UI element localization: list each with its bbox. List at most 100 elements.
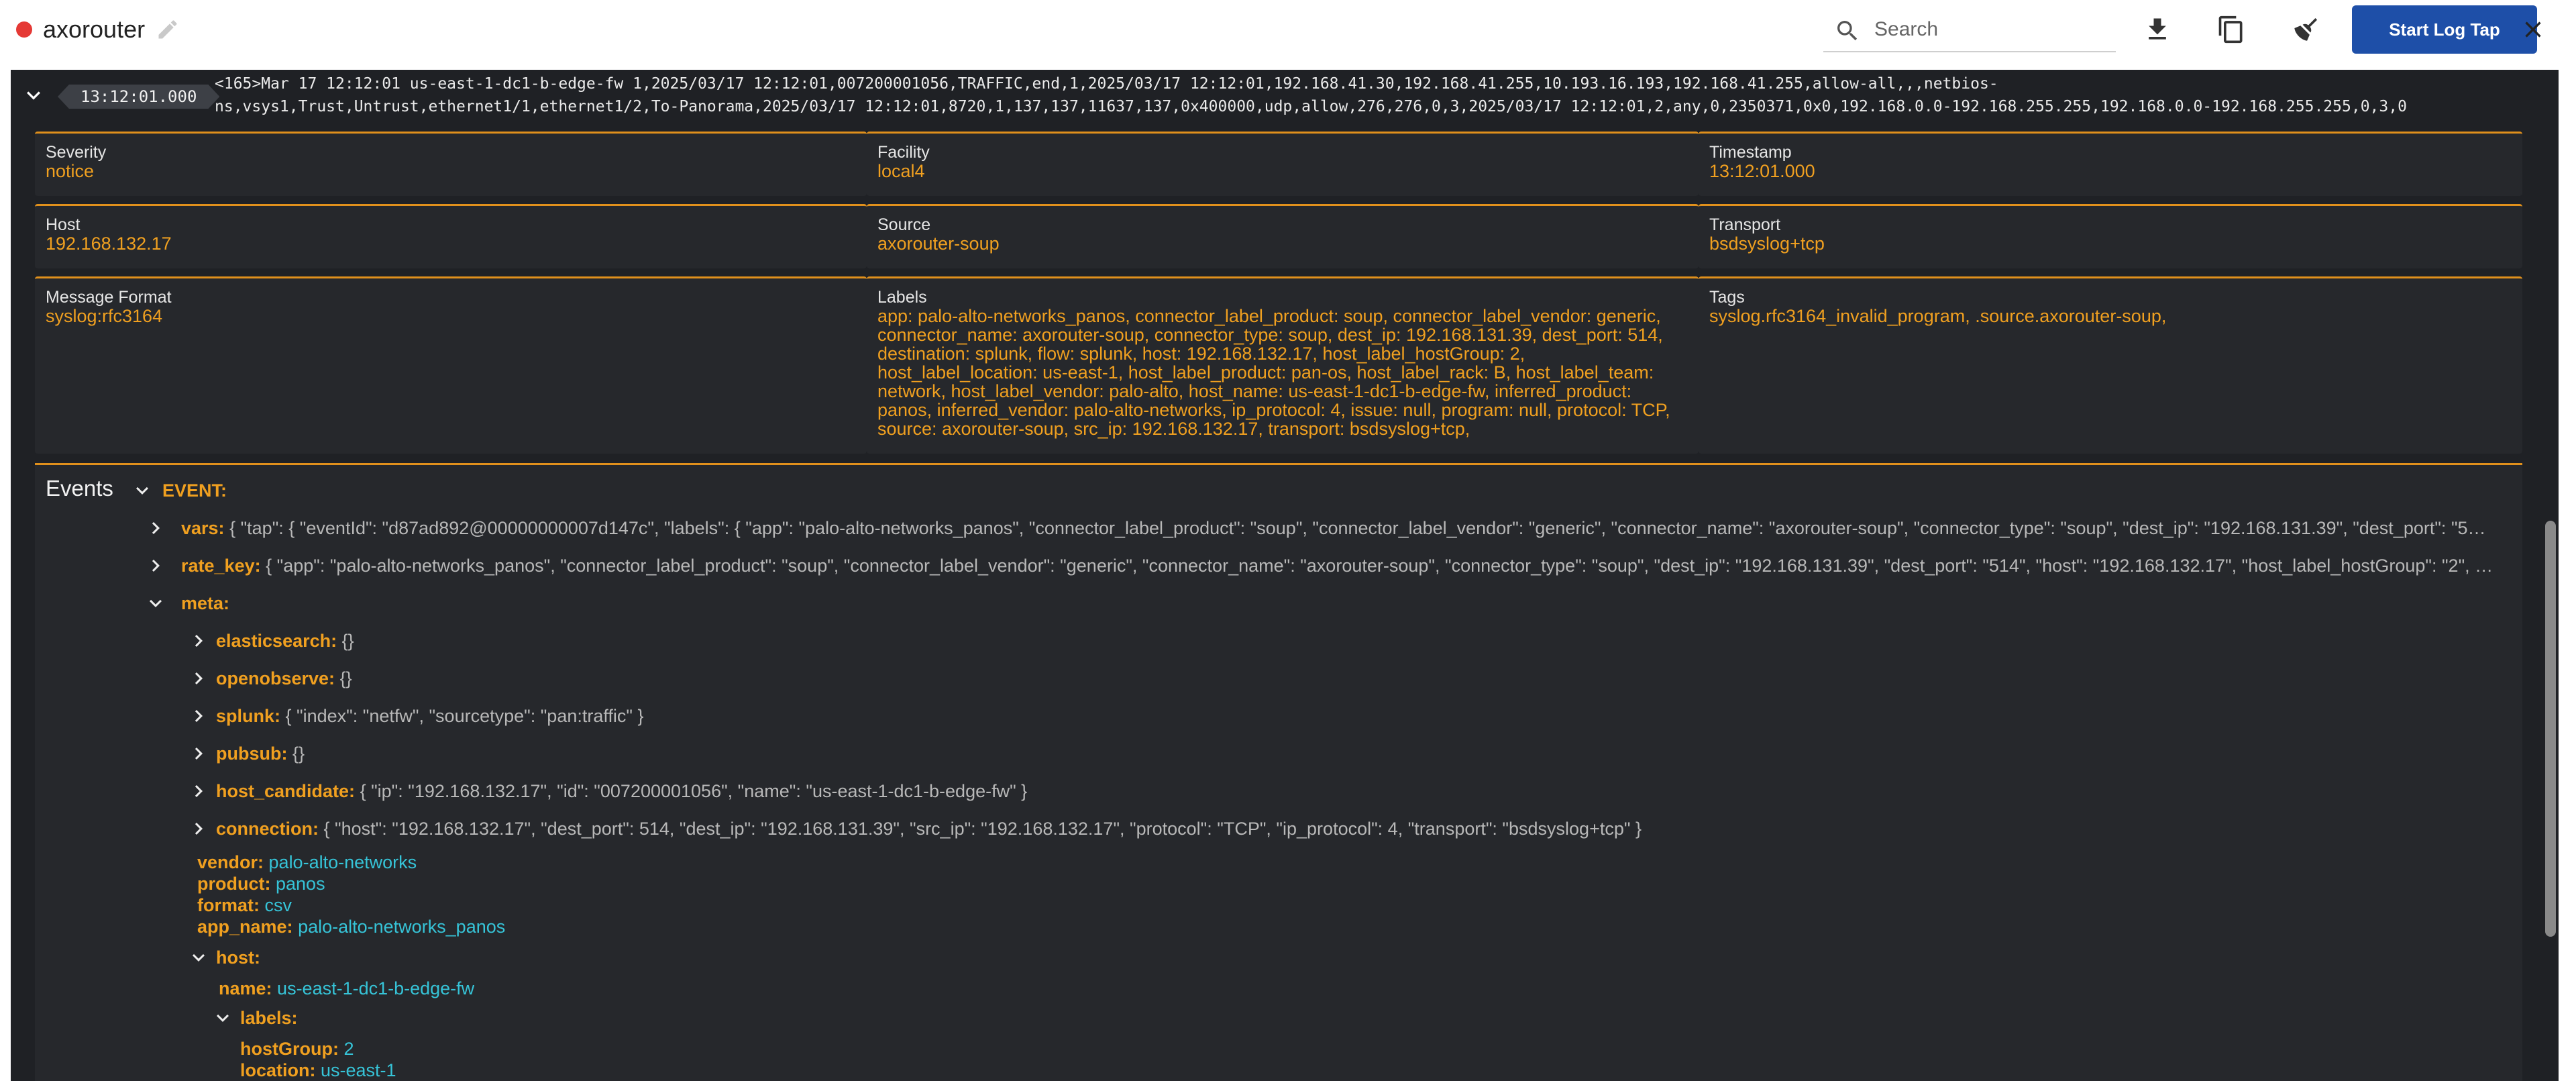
format-value: csv [264,895,292,915]
message-format-label: Message Format [46,288,172,307]
host-candidate-value: { "ip": "192.168.132.17", "id": "0072000… [360,781,1028,801]
rate-key-node[interactable]: rate_key: { "app": "palo-alto-networks_p… [181,552,2509,579]
labels-card: Labels app: palo-alto-networks_panos, co… [867,276,1699,454]
pubsub-node[interactable]: pubsub: {} [216,740,305,767]
search-box[interactable] [1823,8,2116,52]
chevron-right-icon[interactable] [186,779,211,803]
copy-icon[interactable] [2216,15,2246,44]
timestamp-label: Timestamp [1709,143,1792,162]
location-node: location: us-east-1 [240,1057,396,1081]
severity-value: notice [46,161,95,181]
raw-log-line-1: <165>Mar 17 12:12:01 us-east-1-dc1-b-edg… [215,75,1998,93]
chevron-down-icon[interactable] [130,478,154,503]
host-key: host: [216,947,260,968]
meta-node[interactable]: meta: [181,590,229,617]
vars-node[interactable]: vars: { "tap": { "eventId": "d87ad892@00… [181,515,2509,542]
timestamp-card: Timestamp 13:12:01.000 [1699,132,2522,196]
app-name-value: palo-alto-networks_panos [298,917,506,937]
host-card: Host 192.168.132.17 [35,204,867,268]
rate-key-value: { "app": "palo-alto-networks_panos", "co… [266,556,2493,576]
connection-value: { "host": "192.168.132.17", "dest_port":… [323,819,1642,839]
tags-card: Tags syslog.rfc3164_invalid_program, .so… [1699,276,2522,454]
search-icon [1837,21,1858,41]
app-name-node: app_name: palo-alto-networks_panos [197,913,505,940]
start-log-tap-button[interactable]: Start Log Tap [2352,5,2537,54]
vertical-scrollbar[interactable] [2545,521,2556,937]
chevron-right-icon[interactable] [144,554,168,578]
host-group-key: hostGroup: [240,1039,339,1059]
vars-value: { "tap": { "eventId": "d87ad892@00000000… [229,518,2486,538]
facility-card: Facility local4 [867,132,1699,196]
events-section: Events EVENT: vars: { "tap": { "eventId"… [35,463,2522,1081]
timestamp-badge: 13:12:01.000 [58,85,220,109]
splunk-value: { "index": "netfw", "sourcetype": "pan:t… [285,706,644,726]
host-name-key: name: [219,978,272,998]
host-value: 192.168.132.17 [46,234,172,254]
vendor-value: palo-alto-networks [268,852,417,872]
labels-node[interactable]: labels: [240,1005,298,1031]
chevron-down-icon[interactable] [20,82,47,109]
chevron-down-icon[interactable] [211,1006,235,1030]
raw-log-text: <165>Mar 17 12:12:01 us-east-1-dc1-b-edg… [215,72,2509,118]
facility-value: local4 [877,161,925,181]
location-key: location: [240,1060,316,1080]
search-input[interactable] [1874,15,2109,44]
vars-key: vars: [181,518,225,538]
labels-label: Labels [877,288,927,307]
chevron-right-icon[interactable] [186,817,211,841]
raw-log-row: 13:12:01.000 <165>Mar 17 12:12:01 us-eas… [11,70,2559,121]
location-value: us-east-1 [321,1060,396,1080]
transport-card: Transport bsdsyslog+tcp [1699,204,2522,268]
splunk-key: splunk: [216,706,281,726]
host-node[interactable]: host: [216,944,260,971]
transport-label: Transport [1709,215,1781,234]
chevron-down-icon[interactable] [186,945,211,970]
event-node: EVENT: [162,477,227,504]
host-label: Host [46,215,80,234]
rate-key-key: rate_key: [181,556,261,576]
product-value: panos [276,874,325,894]
elasticsearch-key: elasticsearch: [216,631,337,651]
labels-key: labels: [240,1008,298,1028]
timestamp-value: 13:12:01.000 [1709,161,1815,181]
log-detail-panel: 13:12:01.000 <165>Mar 17 12:12:01 us-eas… [11,70,2559,1081]
clear-broom-icon[interactable] [2292,15,2321,44]
source-label: Source [877,215,931,234]
openobserve-node[interactable]: openobserve: {} [216,665,352,692]
chevron-right-icon[interactable] [186,704,211,728]
edit-pencil-icon[interactable] [156,17,180,42]
elasticsearch-node[interactable]: elasticsearch: {} [216,627,354,654]
elasticsearch-value: {} [341,631,354,651]
severity-label: Severity [46,143,107,162]
chevron-right-icon[interactable] [186,741,211,766]
transport-value: bsdsyslog+tcp [1709,234,1825,254]
download-icon[interactable] [2143,15,2172,44]
openobserve-value: {} [339,668,352,688]
chevron-right-icon[interactable] [186,666,211,690]
message-format-value: syslog:rfc3164 [46,306,163,326]
host-name-node: name: us-east-1-dc1-b-edge-fw [219,975,474,1002]
host-candidate-node[interactable]: host_candidate: { "ip": "192.168.132.17"… [216,778,1027,805]
app-name-key: app_name: [197,917,293,937]
source-value: axorouter-soup [877,234,1000,254]
close-icon[interactable] [2520,16,2546,43]
top-bar: axorouter Start Log Tap [0,0,2576,59]
tags-value: syslog.rfc3164_invalid_program, .source.… [1709,306,2167,326]
chevron-right-icon[interactable] [186,629,211,653]
message-format-card: Message Format syslog:rfc3164 [35,276,867,454]
chevron-down-icon[interactable] [144,591,168,615]
labels-value: app: palo-alto-networks_panos, connector… [877,306,1670,439]
product-key: product: [197,874,271,894]
splunk-node[interactable]: splunk: { "index": "netfw", "sourcetype"… [216,703,643,729]
tags-label: Tags [1709,288,1745,307]
severity-card: Severity notice [35,132,867,196]
format-key: format: [197,895,260,915]
connection-node[interactable]: connection: { "host": "192.168.132.17", … [216,815,1642,842]
host-candidate-key: host_candidate: [216,781,356,801]
app-title: axorouter [43,15,146,43]
events-title: Events [46,476,113,501]
chevron-right-icon[interactable] [144,516,168,540]
pubsub-key: pubsub: [216,743,288,764]
meta-key: meta: [181,593,230,613]
pubsub-value: {} [292,743,305,764]
